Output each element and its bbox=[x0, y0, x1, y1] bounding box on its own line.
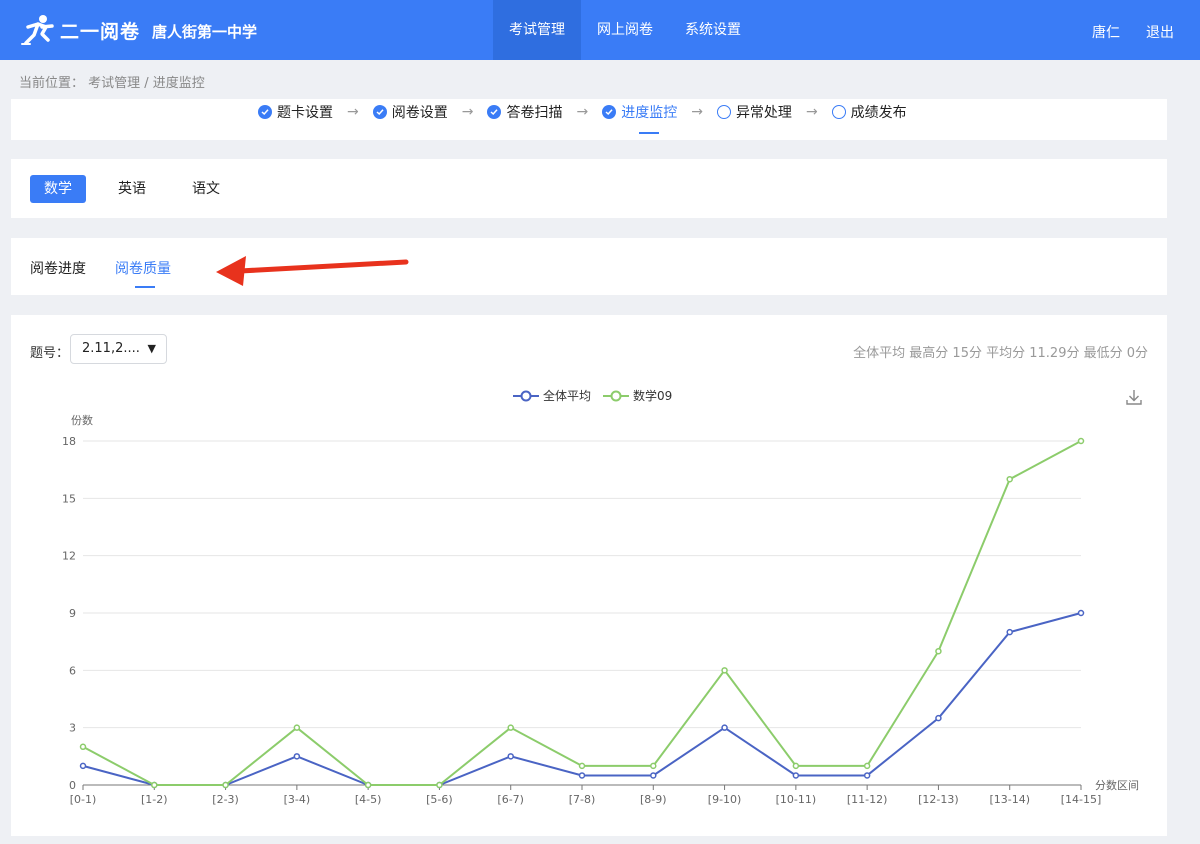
subject-tab-math[interactable]: 数学 bbox=[30, 175, 86, 203]
x-tick-label: [10-11) bbox=[776, 793, 817, 806]
check-circle-icon bbox=[602, 105, 617, 119]
step-answer-scan[interactable]: 答卷扫描 bbox=[487, 102, 562, 122]
data-point bbox=[293, 724, 301, 731]
x-tick-label: [11-12) bbox=[847, 793, 888, 806]
x-tick-label: [13-14) bbox=[989, 793, 1030, 806]
arrow-right-icon: → bbox=[691, 104, 703, 120]
x-axis-title: 分数区间 bbox=[1095, 779, 1139, 792]
step-label: 答卷扫描 bbox=[506, 105, 563, 121]
data-point bbox=[578, 772, 586, 779]
x-tick-label: [0-1) bbox=[70, 793, 97, 806]
data-point bbox=[935, 714, 942, 722]
logout-link[interactable]: 退出 bbox=[1146, 22, 1174, 42]
x-tick-label: [3-4) bbox=[284, 793, 311, 806]
quality-chart-card: 题号： 2.11,2.... ▼ 全体平均 最高分 15分 平均分 11.29分… bbox=[11, 315, 1167, 836]
main-nav: 考试管理 网上阅卷 系统设置 bbox=[493, 0, 757, 60]
data-point bbox=[1077, 437, 1085, 445]
y-tick-label: 6 bbox=[69, 664, 76, 677]
data-point bbox=[935, 647, 942, 655]
step-exception-handling[interactable]: 异常处理 bbox=[716, 102, 792, 122]
data-point bbox=[222, 781, 229, 789]
data-point bbox=[79, 762, 87, 770]
step-label: 异常处理 bbox=[735, 105, 792, 121]
x-tick-label: [8-9) bbox=[640, 793, 667, 806]
user-name[interactable]: 唐仁 bbox=[1092, 22, 1120, 42]
top-navbar: 二一阅卷 唐人街第一中学 考试管理 网上阅卷 系统设置 唐仁 退出 bbox=[0, 0, 1200, 60]
data-point bbox=[1006, 628, 1013, 636]
brand-name: 二一阅卷 bbox=[60, 20, 141, 43]
step-label: 成绩发布 bbox=[850, 105, 907, 121]
data-point bbox=[863, 762, 871, 770]
data-point bbox=[578, 762, 586, 770]
data-point bbox=[863, 772, 871, 779]
empty-circle-icon bbox=[831, 105, 846, 119]
data-point bbox=[364, 781, 372, 789]
step-card-setup[interactable]: 题卡设置 bbox=[258, 102, 333, 122]
steps-card: 题卡设置 → 阅卷设置 → 答卷扫描 → 进度监控 → 异常处理 → 成绩发布 bbox=[11, 99, 1167, 140]
data-point bbox=[507, 753, 514, 760]
y-tick-label: 12 bbox=[62, 550, 76, 563]
step-label: 进度监控 bbox=[621, 105, 678, 121]
arrow-right-icon: → bbox=[347, 104, 359, 120]
x-tick-label: [14-15] bbox=[1061, 793, 1102, 806]
data-point bbox=[650, 772, 657, 779]
nav-exam-management[interactable]: 考试管理 bbox=[493, 0, 581, 60]
data-point bbox=[79, 743, 87, 751]
data-point bbox=[792, 772, 800, 779]
y-tick-label: 0 bbox=[69, 779, 76, 792]
y-tick-label: 18 bbox=[62, 435, 76, 448]
x-tick-label: [7-8) bbox=[569, 793, 596, 806]
brand[interactable]: 二一阅卷 bbox=[20, 13, 140, 47]
breadcrumb: 当前位置： 考试管理 / 进度监控 bbox=[19, 76, 205, 91]
x-tick-label: [1-2) bbox=[141, 793, 168, 806]
x-tick-label: [5-6) bbox=[426, 793, 453, 806]
school-name: 唐人街第一中学 bbox=[152, 23, 258, 41]
line-chart: 0 3 6 9 12 15 18 份数分数区间 [0-1) [1-2) [2-3) [3-4) [4-5… bbox=[62, 414, 1139, 806]
arrow-right-icon: → bbox=[576, 104, 589, 120]
x-tick-label: [9-10) bbox=[708, 793, 742, 806]
y-tick-label: 9 bbox=[69, 607, 76, 620]
data-point bbox=[1006, 475, 1013, 483]
red-annotation-arrow-icon bbox=[216, 256, 409, 286]
data-point bbox=[721, 724, 728, 731]
subtab-marking-progress[interactable]: 阅卷进度 bbox=[30, 258, 86, 278]
data-point bbox=[650, 762, 657, 770]
x-tick-label: [2-3) bbox=[212, 793, 239, 806]
arrow-right-icon: → bbox=[805, 104, 818, 120]
check-circle-icon bbox=[372, 105, 387, 119]
step-label: 题卡设置 bbox=[277, 105, 333, 121]
nav-online-marking[interactable]: 网上阅卷 bbox=[581, 0, 669, 60]
subject-tabs-card: 数学 英语 语文 bbox=[11, 159, 1167, 218]
data-point bbox=[507, 724, 514, 731]
step-score-publish[interactable]: 成绩发布 bbox=[831, 102, 907, 122]
runner-logo-icon bbox=[21, 15, 54, 45]
step-progress-monitor[interactable]: 进度监控 bbox=[602, 102, 678, 134]
check-circle-icon bbox=[258, 105, 272, 119]
data-point bbox=[293, 753, 301, 760]
y-tick-label: 15 bbox=[62, 492, 76, 505]
data-point bbox=[721, 667, 728, 674]
subtab-marking-quality[interactable]: 阅卷质量 bbox=[115, 258, 171, 288]
process-steps: 题卡设置 → 阅卷设置 → 答卷扫描 → 进度监控 → 异常处理 → 成绩发布 bbox=[258, 102, 907, 134]
x-tick-label: [6-7) bbox=[497, 793, 524, 806]
y-tick-label: 3 bbox=[69, 722, 76, 735]
monitor-subtabs-card: 阅卷进度 阅卷质量 bbox=[11, 238, 1167, 295]
subject-tab-chinese[interactable]: 语文 bbox=[178, 175, 234, 203]
check-circle-icon bbox=[487, 105, 502, 119]
arrow-right-icon: → bbox=[461, 104, 474, 120]
x-tick-label: [4-5) bbox=[355, 793, 382, 806]
nav-system-settings[interactable]: 系统设置 bbox=[669, 0, 757, 60]
data-point bbox=[436, 781, 443, 789]
data-point bbox=[151, 781, 158, 789]
step-label: 阅卷设置 bbox=[391, 105, 448, 121]
empty-circle-icon bbox=[716, 105, 731, 119]
series-line-0 bbox=[82, 612, 1082, 786]
y-axis-title: 份数 bbox=[71, 414, 93, 427]
subject-tab-english[interactable]: 英语 bbox=[104, 175, 160, 203]
data-point bbox=[1077, 609, 1085, 617]
data-point bbox=[792, 762, 800, 770]
step-marking-setup[interactable]: 阅卷设置 bbox=[372, 102, 448, 122]
x-tick-label: [12-13) bbox=[918, 793, 959, 806]
